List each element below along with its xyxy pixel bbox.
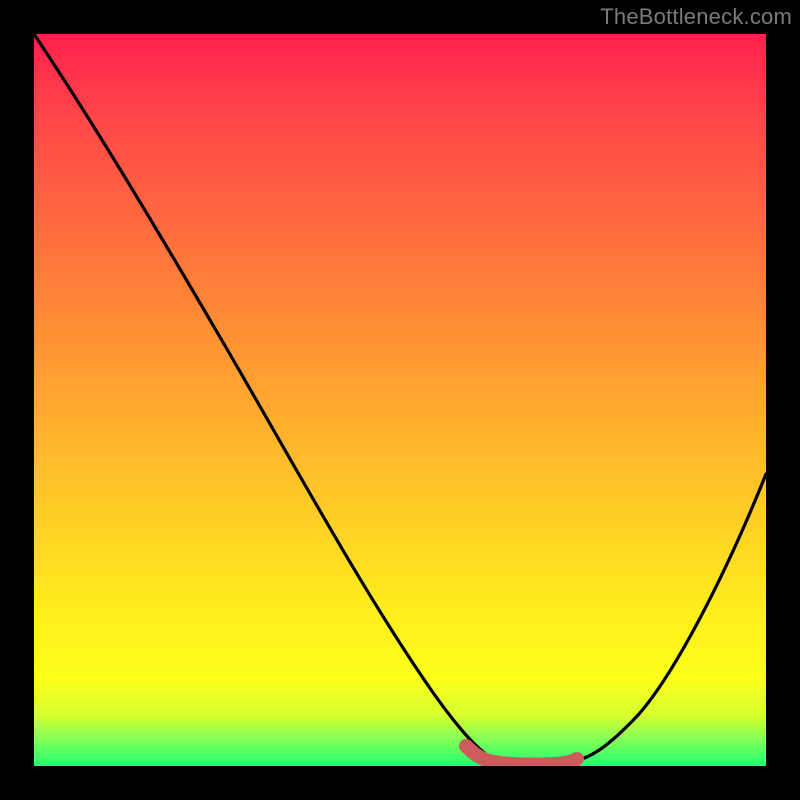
valley-marker	[466, 746, 577, 765]
watermark-text: TheBottleneck.com	[600, 4, 792, 30]
plot-area	[34, 34, 766, 766]
bottleneck-curve	[34, 34, 766, 764]
chart-frame: TheBottleneck.com	[0, 0, 800, 800]
curve-layer	[34, 34, 766, 766]
